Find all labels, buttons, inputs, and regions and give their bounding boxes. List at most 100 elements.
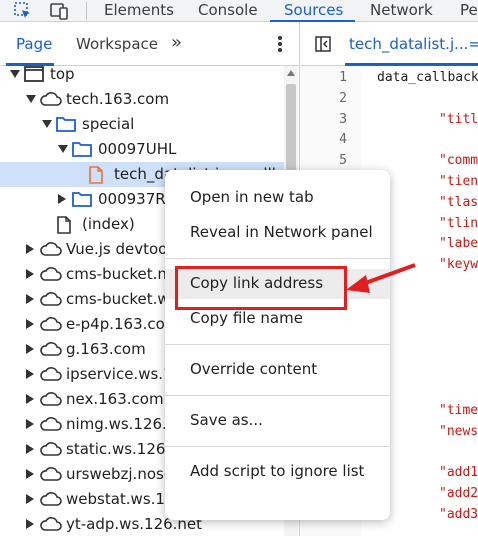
menu-item-reveal-in-network-panel[interactable]: Reveal in Network panel (165, 218, 390, 248)
annotation-arrow-icon (346, 263, 416, 293)
code-line: data_callback (377, 70, 478, 85)
tab-sources[interactable]: Sources (284, 1, 343, 19)
tab-elements[interactable]: Elements (104, 1, 174, 19)
code-line: "time (439, 402, 478, 418)
tree-row[interactable]: top (0, 62, 290, 87)
cloud-icon (40, 91, 62, 111)
collapsed-arrow-icon[interactable] (26, 419, 34, 429)
toggle-navigator-icon[interactable] (315, 36, 331, 52)
annotation-highlight-box (175, 266, 347, 310)
menu-item-override-content[interactable]: Override content (165, 355, 390, 385)
tab-console[interactable]: Console (198, 1, 258, 19)
file-icon (88, 166, 104, 188)
menu-item-save-as[interactable]: Save as... (165, 406, 390, 436)
cloud-icon (40, 241, 62, 261)
cloud-icon (40, 391, 62, 411)
collapsed-arrow-icon[interactable] (58, 194, 66, 204)
code-line: "tien (439, 174, 478, 189)
collapsed-arrow-icon[interactable] (26, 519, 34, 529)
menu-separator (165, 446, 390, 447)
frame-icon (24, 66, 44, 86)
menu-separator (165, 395, 390, 396)
cloud-icon (40, 291, 62, 311)
code-line: "add3 (439, 506, 478, 522)
collapsed-arrow-icon[interactable] (26, 319, 34, 329)
cloud-icon (40, 341, 62, 361)
collapsed-arrow-icon[interactable] (26, 444, 34, 454)
menu-item-label: Open in new tab (190, 188, 314, 206)
collapsed-arrow-icon[interactable] (26, 469, 34, 479)
menu-item-label: Save as... (190, 411, 263, 429)
line-number: 4 (339, 132, 347, 148)
menu-separator (165, 344, 390, 345)
scrollbar-thumb[interactable] (286, 84, 296, 180)
cloud-icon (40, 366, 62, 386)
collapsed-arrow-icon[interactable] (26, 244, 34, 254)
tab-page[interactable]: Page (16, 35, 52, 53)
tree-row-label: tech.163.com (66, 90, 170, 108)
menu-item-open-in-new-tab[interactable]: Open in new tab (165, 183, 390, 213)
device-toolbar-icon[interactable] (50, 2, 68, 20)
tab-performance[interactable]: Per (460, 1, 478, 19)
code-line: "add1 (439, 465, 478, 481)
line-number: 3 (339, 111, 347, 127)
tree-row-label: top (50, 65, 75, 83)
tab-network[interactable]: Network (370, 1, 433, 19)
scroll-up-icon[interactable] (287, 70, 295, 76)
line-number: 2 (339, 90, 347, 106)
tree-row-label: Vue.js devtools (66, 240, 180, 258)
menu-item-add-script-to-ignore-list[interactable]: Add script to ignore list (165, 457, 390, 487)
folder-icon (56, 116, 76, 136)
tree-row[interactable]: tech.163.com (0, 87, 290, 112)
cloud-icon (40, 416, 62, 436)
code-line: "labe (439, 236, 478, 252)
code-line: "keyw (439, 257, 478, 273)
cloud-icon (40, 516, 62, 536)
cloud-icon (40, 266, 62, 286)
collapsed-arrow-icon[interactable] (26, 269, 34, 279)
tree-row-label: (index) (82, 215, 135, 233)
code-line: "tlin (439, 215, 478, 231)
expanded-arrow-icon[interactable] (42, 120, 52, 128)
code-line: "titl (439, 111, 478, 127)
editor-tabs: tech_datalist.j...=d (301, 22, 478, 66)
more-options-icon[interactable] (278, 36, 282, 52)
collapsed-arrow-icon[interactable] (26, 344, 34, 354)
cloud-icon (40, 316, 62, 336)
more-tabs-icon[interactable]: » (171, 32, 182, 53)
line-number: 5 (339, 153, 347, 169)
code-line: "news (439, 423, 478, 439)
navigator-tabs: Page Workspace » (0, 22, 299, 66)
code-line: "tlas (439, 194, 478, 210)
tree-row-label: nex.163.com (66, 390, 164, 408)
collapsed-arrow-icon[interactable] (26, 394, 34, 404)
inspect-element-icon[interactable] (14, 2, 32, 20)
cloud-icon (40, 466, 62, 486)
toolbar-divider (86, 2, 87, 20)
tree-row-label: special (82, 115, 135, 133)
tree-row[interactable]: special (0, 112, 290, 137)
cloud-icon (40, 441, 62, 461)
collapsed-arrow-icon[interactable] (26, 369, 34, 379)
line-number: 1 (339, 70, 347, 85)
editor-tab-file[interactable]: tech_datalist.j...=d (349, 35, 478, 53)
expanded-arrow-icon[interactable] (58, 145, 68, 153)
tree-row[interactable]: 00097UHL (0, 137, 290, 162)
tab-workspace[interactable]: Workspace (76, 35, 158, 53)
folder-icon (72, 191, 92, 211)
collapsed-arrow-icon[interactable] (26, 294, 34, 304)
menu-item-label: Add script to ignore list (190, 462, 365, 480)
code-line: "add2 (439, 486, 478, 501)
menu-item-label: Override content (190, 360, 318, 378)
tree-row-label: 000937R5 (98, 190, 176, 208)
context-menu: Open in new tab Reveal in Network panel Co… (165, 170, 390, 520)
tree-row-label: e-p4p.163.com (66, 315, 180, 333)
cloud-icon (40, 491, 62, 511)
expanded-arrow-icon[interactable] (10, 70, 20, 78)
code-line: "comm (439, 153, 478, 169)
tree-row-label: g.163.com (66, 340, 146, 358)
file-icon (56, 216, 72, 238)
tree-row-label: 00097UHL (98, 140, 177, 158)
expanded-arrow-icon[interactable] (26, 95, 36, 103)
collapsed-arrow-icon[interactable] (26, 494, 34, 504)
